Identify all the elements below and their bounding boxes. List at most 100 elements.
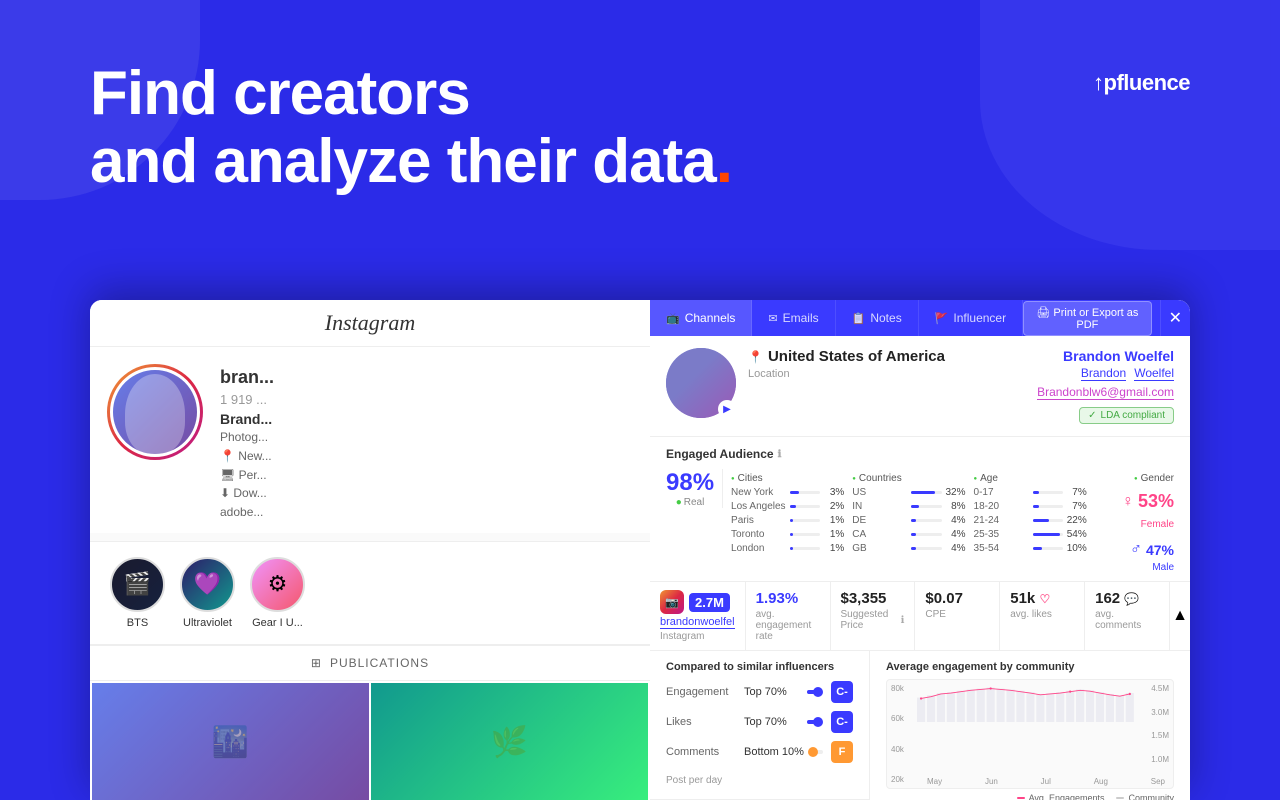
engagement-rate-label: avg. engagement rate <box>756 609 820 642</box>
profile-name: Brand... <box>220 411 630 427</box>
story-item-gear[interactable]: ⚙ Gear I U... <box>250 557 305 629</box>
lda-badge: ✓ LDA compliant <box>1079 407 1174 424</box>
location-row: 📍 United States of America <box>748 348 1002 365</box>
metric-username[interactable]: brandonwoelfel <box>660 616 735 629</box>
creator-full-name: Brandon Woelfel <box>1014 348 1174 364</box>
check-icon: ✓ <box>1088 410 1096 421</box>
female-pct: 53% <box>1138 491 1174 512</box>
chart-title: Average engagement by community <box>886 661 1174 673</box>
engagement-comparison-row: Engagement Top 70% C- <box>666 681 853 703</box>
cpe-label: CPE <box>925 609 989 620</box>
legend-dot-gray <box>1116 797 1124 799</box>
age-col: Age 0-17 7% 18-20 7% 21-24 22% <box>974 469 1087 554</box>
chart-section: Average engagement by community 80k 60k … <box>870 651 1190 800</box>
posts-grid: 🌃 🌿 <box>90 681 650 800</box>
engagement-rate-value: 1.93% <box>756 590 820 607</box>
avatar-silhouette <box>125 374 185 454</box>
profile-bio: Photog... 📍 New... 🖥 Per... ⬇ Dow... ado… <box>220 429 630 521</box>
avg-comments-value: 162 💬 <box>1095 590 1159 607</box>
engagement-grade: C- <box>831 681 853 703</box>
grid-icon: ⊞ <box>311 656 322 670</box>
analytics-avatar: ▶ <box>666 348 736 418</box>
chart-svg <box>917 684 1143 722</box>
male-pct: 47% <box>1146 542 1174 558</box>
metric-price: $3,355 Suggested Price ℹ <box>831 582 916 650</box>
profile-avatar-wrapper <box>110 367 200 457</box>
story-label-gear: Gear I U... <box>252 617 303 629</box>
nav-tab-influencer[interactable]: 🚩 Influencer <box>919 300 1023 336</box>
avg-comments-label: avg. comments <box>1095 609 1159 631</box>
avg-likes-label: avg. likes <box>1010 609 1074 620</box>
metric-comments: 162 💬 avg. comments <box>1085 582 1170 650</box>
publications-label: PUBLICATIONS <box>330 656 429 670</box>
profile-info: bran... 1 919 ... Brand... Photog... 📍 N… <box>220 367 630 523</box>
comparison-title: Compared to similar influencers <box>666 661 853 673</box>
instagram-platform-label: Instagram <box>325 310 415 335</box>
emails-icon: ✉ <box>768 312 777 325</box>
profile-section: bran... 1 919 ... Brand... Photog... 📍 N… <box>90 347 650 533</box>
metric-followers: 2.7M <box>689 593 730 612</box>
audience-title: Engaged Audience ℹ <box>666 447 1174 461</box>
price-info-icon: ℹ <box>901 615 905 626</box>
post-per-day-row: Post per day <box>666 771 853 790</box>
legend-community: Community <box>1116 793 1174 800</box>
creator-first-name[interactable]: Brandon <box>1081 366 1126 381</box>
headline: Find creators and analyze their data. <box>90 60 1190 196</box>
countries-label: Countries <box>852 473 965 484</box>
headline-line2: and analyze their data. <box>90 128 1190 196</box>
print-button[interactable]: 🖨 Print or Export as PDF <box>1023 301 1152 336</box>
real-dot-icon: ● <box>676 497 682 508</box>
location-block: 📍 United States of America Location <box>748 348 1002 380</box>
main-ui-container: Instagram bran... 1 919 ... Brand... Pho… <box>90 300 1190 800</box>
story-item-uv[interactable]: 💜 Ultraviolet <box>180 557 235 629</box>
creator-last-name[interactable]: Woelfel <box>1134 366 1174 381</box>
metric-engagement: 1.93% avg. engagement rate <box>746 582 831 650</box>
story-item-bts[interactable]: 🎬 BTS <box>110 557 165 629</box>
metric-likes: 51k ♡ avg. likes <box>1000 582 1085 650</box>
real-pct: 98% <box>666 469 714 497</box>
info-icon: ℹ <box>778 449 782 460</box>
gender-col: Gender ♀ 53% Female ♂ 47% Male <box>1095 469 1174 573</box>
audience-section: Engaged Audience ℹ 98% ● Real Cities New… <box>650 437 1190 582</box>
publications-bar: ⊞ PUBLICATIONS <box>90 645 650 681</box>
scroll-up-button[interactable]: ▲ <box>1170 582 1190 650</box>
suggested-price-value: $3,355 <box>841 590 905 607</box>
cpe-value: $0.07 <box>925 590 989 607</box>
notes-icon: 📋 <box>852 312 866 325</box>
verified-badge: ▶ <box>718 400 736 418</box>
post-thumb-2[interactable]: 🌿 <box>371 683 648 800</box>
heart-icon: ♡ <box>1039 592 1050 606</box>
suggested-price-label: Suggested Price ℹ <box>841 609 905 631</box>
comments-grade: F <box>831 741 853 763</box>
likes-comparison-row: Likes Top 70% C- <box>666 711 853 733</box>
age-label: Age <box>974 473 1087 484</box>
nav-tab-notes[interactable]: 📋 Notes <box>836 300 919 336</box>
stories-row: 🎬 BTS 💜 Ultraviolet ⚙ Gear I U... <box>90 541 650 645</box>
chart-legend: Avg. Engagements Community <box>886 793 1174 800</box>
panel-nav: 📺 Channels ✉ Emails 📋 Notes 🚩 Influencer… <box>650 300 1190 336</box>
close-button[interactable]: ✕ <box>1160 300 1190 336</box>
gender-label: Gender <box>1134 473 1174 484</box>
chart-y-labels-right: 4.5M 3.0M 1.5M 1.0M <box>1151 680 1169 768</box>
nav-tab-emails[interactable]: ✉ Emails <box>752 300 835 336</box>
metric-cpe: $0.07 CPE <box>915 582 1000 650</box>
metric-instagram: 📷 2.7M brandonwoelfel Instagram <box>650 582 746 650</box>
instagram-panel: Instagram bran... 1 919 ... Brand... Pho… <box>90 300 650 800</box>
story-label-uv: Ultraviolet <box>183 617 232 629</box>
chart-x-labels: May Jun Jul Aug Sep <box>927 777 1165 786</box>
nav-tab-channels[interactable]: 📺 Channels <box>650 300 752 336</box>
creator-name-parts: Brandon Woelfel <box>1014 366 1174 381</box>
cities-label: Cities <box>731 473 844 484</box>
analytics-panel: 📺 Channels ✉ Emails 📋 Notes 🚩 Influencer… <box>650 300 1190 800</box>
profile-followers: 1 919 ... <box>220 392 630 407</box>
avatar-ring <box>107 364 203 460</box>
comment-icon: 💬 <box>1124 592 1139 606</box>
location-pin-icon: 📍 <box>748 350 763 364</box>
legend-avg-engagements: Avg. Engagements <box>1017 793 1105 800</box>
instagram-header: Instagram <box>90 300 650 347</box>
chart-area: 80k 60k 40k 20k 4.5M 3.0M 1.5M 1.0M <box>886 679 1174 789</box>
avatar-inner <box>110 367 200 457</box>
metrics-bar: 📷 2.7M brandonwoelfel Instagram 1.93% av… <box>650 582 1190 651</box>
creator-email[interactable]: Brandonblw6@gmail.com <box>1037 385 1174 400</box>
post-thumb-1[interactable]: 🌃 <box>92 683 369 800</box>
